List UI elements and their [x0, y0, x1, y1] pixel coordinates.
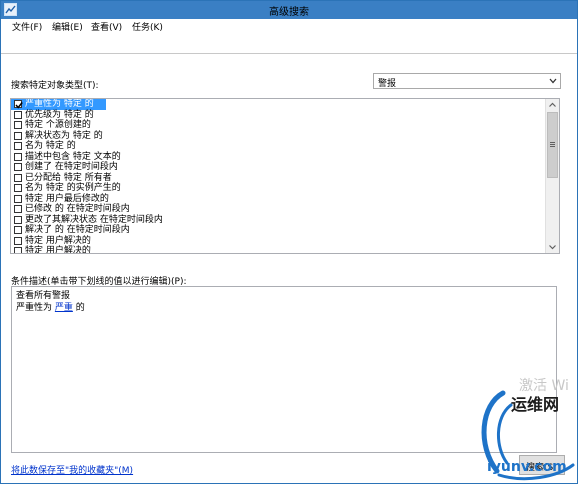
criteria-label: 名为 特定 的: [25, 141, 76, 151]
severity-value-link[interactable]: 严重: [55, 303, 73, 313]
menu-file[interactable]: 文件(F): [11, 20, 43, 33]
criteria-item[interactable]: 名为 特定 的: [11, 141, 546, 152]
criteria-scrollbar[interactable]: [545, 99, 559, 253]
scroll-up-button[interactable]: [546, 99, 559, 111]
criteria-item[interactable]: 特定 个源创建的: [11, 120, 546, 131]
object-type-select[interactable]: 警报: [373, 73, 561, 89]
criteria-item[interactable]: 特定 用户最后修改的: [11, 194, 546, 205]
menu-bar: 文件(F) 编辑(E) 查看(V) 任务(K): [1, 19, 577, 34]
criteria-checkbox[interactable]: [14, 100, 23, 109]
criteria-checkbox[interactable]: [14, 131, 22, 140]
criteria-checkbox[interactable]: [14, 215, 22, 224]
criteria-checkbox[interactable]: [14, 236, 22, 245]
title-bar: 高级搜索: [1, 1, 577, 19]
window-title: 高级搜索: [269, 7, 309, 18]
criteria-item[interactable]: 优先级为 特定 的: [11, 110, 546, 121]
criteria-item[interactable]: 特定 用户解决的: [11, 236, 546, 247]
criteria-checkbox[interactable]: [14, 163, 22, 171]
object-type-value: 警报: [378, 79, 397, 89]
chevron-down-icon: [549, 245, 556, 250]
scroll-down-button[interactable]: [546, 241, 559, 253]
scroll-thumb[interactable]: [547, 112, 558, 178]
criteria-checkbox[interactable]: [14, 247, 22, 253]
criteria-label: 特定 用户解决的: [25, 246, 91, 254]
criteria-label: 已修改 的 在特定时间段内: [25, 204, 130, 214]
criteria-label: 优先级为 特定 的: [25, 109, 94, 120]
criteria-item[interactable]: 解决状态为 特定 的: [11, 131, 546, 142]
watermark-cn-text: 运维网: [511, 395, 560, 414]
site-watermark: 运维网 iyunv.com: [473, 385, 577, 483]
save-to-favorites-link[interactable]: 将此数保存至"我的收藏夹"(M): [11, 463, 133, 476]
watermark-url-text: iyunv.com: [487, 459, 567, 475]
criteria-item[interactable]: 创建了 在特定时间段内: [11, 162, 546, 173]
criteria-checkbox[interactable]: [14, 173, 22, 182]
description-line-2: 严重性为 严重 的: [16, 300, 85, 313]
criteria-checkbox[interactable]: [14, 152, 22, 161]
criteria-label: 特定 个源创建的: [25, 120, 91, 130]
menu-view[interactable]: 查看(V): [90, 20, 123, 33]
criteria-label: 特定 用户解决的: [25, 235, 91, 246]
criteria-item[interactable]: 描述中包含 特定 文本的: [11, 152, 546, 163]
criteria-label: 名为 特定 的实例产生的: [25, 183, 121, 193]
criteria-item[interactable]: 更改了其解决状态 在特定时间段内: [11, 215, 546, 226]
criteria-checkbox[interactable]: [14, 205, 22, 213]
criteria-checkbox[interactable]: [14, 194, 22, 203]
criteria-list[interactable]: 严重性为 特定 的优先级为 特定 的特定 个源创建的 解决状态为 特定 的名为 特…: [10, 98, 560, 254]
menu-tasks[interactable]: 任务(K): [131, 20, 164, 33]
criteria-checkbox[interactable]: [14, 110, 22, 119]
criteria-checkbox[interactable]: [14, 142, 22, 150]
criteria-label: 严重性为 特定 的: [25, 99, 94, 109]
criteria-item[interactable]: 已分配给 特定 所有者: [11, 173, 546, 184]
criteria-item[interactable]: 名为 特定 的实例产生的: [11, 183, 546, 194]
object-type-label: 搜索特定对象类型(T):: [11, 81, 99, 91]
description-suffix: 的: [72, 303, 85, 313]
checkmark-icon: [15, 102, 23, 109]
criteria-item[interactable]: 解决了 的 在特定时间段内: [11, 225, 546, 236]
criteria-checkbox[interactable]: [14, 226, 22, 234]
criteria-label: 特定 用户最后修改的: [25, 193, 109, 204]
menu-edit[interactable]: 编辑(E): [51, 20, 84, 33]
description-prefix: 严重性为: [16, 303, 55, 313]
criteria-label: 创建了 在特定时间段内: [25, 162, 118, 172]
criteria-label: 解决了 的 在特定时间段内: [25, 225, 130, 235]
criteria-label: 已分配给 特定 所有者: [25, 172, 112, 183]
criteria-label: 描述中包含 特定 文本的: [25, 151, 121, 162]
criteria-checkbox[interactable]: [14, 121, 22, 129]
criteria-label: 更改了其解决状态 在特定时间段内: [25, 214, 163, 225]
criteria-label: 解决状态为 特定 的: [25, 130, 103, 141]
chevron-up-icon: [549, 102, 556, 107]
criteria-checkbox[interactable]: [14, 184, 22, 192]
chevron-down-icon: [548, 76, 558, 86]
criteria-item[interactable]: 特定 用户解决的: [11, 246, 546, 254]
criteria-item[interactable]: 已修改 的 在特定时间段内: [11, 204, 546, 215]
criteria-item[interactable]: 严重性为 特定 的: [11, 99, 106, 110]
toolbar-area: [1, 34, 577, 54]
criteria-items: 严重性为 特定 的优先级为 特定 的特定 个源创建的 解决状态为 特定 的名为 特…: [11, 99, 546, 254]
advanced-search-window: 高级搜索 文件(F) 编辑(E) 查看(V) 任务(K) 搜索特定对象类型(T)…: [0, 0, 578, 484]
